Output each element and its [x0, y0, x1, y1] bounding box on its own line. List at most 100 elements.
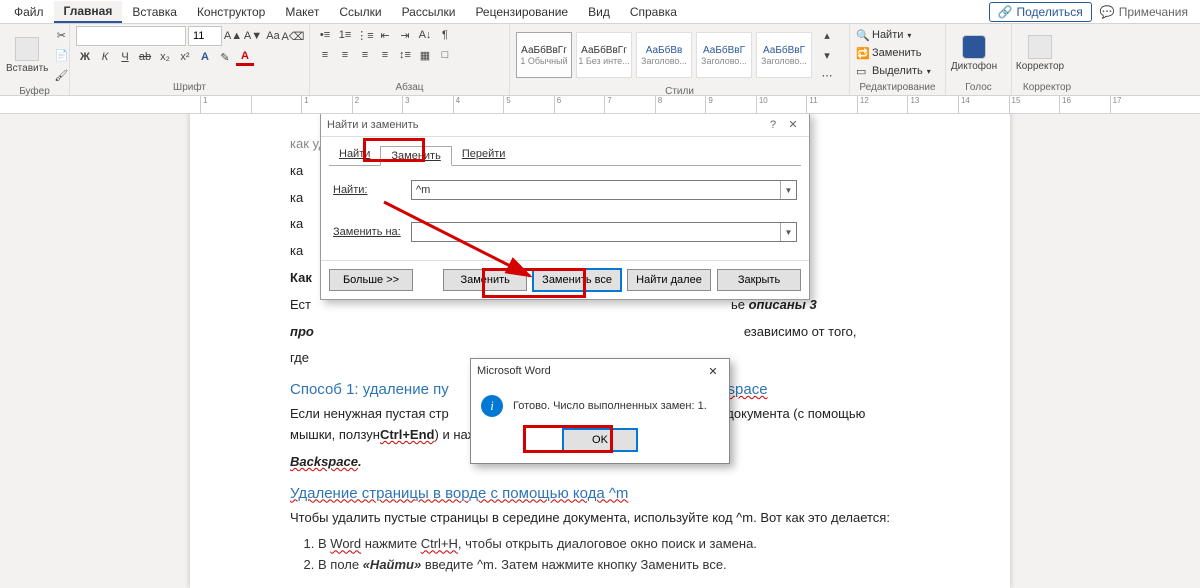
comment-icon: 💬 [1100, 5, 1115, 19]
close-button[interactable]: Закрыть [717, 269, 801, 291]
superscript-button[interactable]: x² [176, 48, 194, 66]
info-dialog: Microsoft Word ✕ i Готово. Число выполне… [470, 358, 730, 464]
font-color-icon[interactable]: A [236, 48, 254, 66]
bold-button[interactable]: Ж [76, 48, 94, 66]
change-case-icon[interactable]: Aa [264, 27, 282, 45]
tab-design[interactable]: Конструктор [187, 2, 275, 22]
info-titlebar[interactable]: Microsoft Word ✕ [471, 359, 729, 383]
chevron-down-icon[interactable]: ▼ [780, 181, 796, 199]
horizontal-ruler[interactable]: 11234567891011121314151617 [0, 96, 1200, 114]
bullets-icon[interactable]: •≡ [316, 26, 334, 44]
ok-button[interactable]: OK [563, 429, 637, 451]
font-name-input[interactable] [76, 26, 186, 46]
find-button[interactable]: 🔍Найти▾ [856, 27, 911, 43]
align-right-icon[interactable]: ≡ [356, 46, 374, 64]
group-voice: Диктофон Голос [946, 24, 1012, 95]
style-item-0[interactable]: АаБбВвГг1 Обычный [516, 32, 572, 78]
clear-format-icon[interactable]: A⌫ [284, 27, 302, 45]
mic-icon [962, 35, 986, 59]
group-corrector-label: Корректор [1018, 80, 1076, 93]
underline-button[interactable]: Ч [116, 48, 134, 66]
dlg-tab-goto[interactable]: Перейти [452, 145, 516, 165]
share-button[interactable]: 🔗Поделиться [989, 2, 1092, 22]
find-next-button[interactable]: Найти далее [627, 269, 711, 291]
select-label: Выделить [872, 65, 923, 77]
list-item: В Word нажмите Ctrl+H, чтобы открыть диа… [318, 534, 910, 555]
align-center-icon[interactable]: ≡ [336, 46, 354, 64]
replace-with-label: Заменить на: [333, 226, 411, 238]
style-item-2[interactable]: АаБбВвЗаголово... [636, 32, 692, 78]
select-button[interactable]: ▭Выделить▾ [856, 63, 931, 79]
tab-home[interactable]: Главная [54, 1, 123, 23]
tab-mailings[interactable]: Рассылки [392, 2, 466, 22]
copy-icon[interactable]: 📄 [52, 46, 70, 64]
group-voice-label: Голос [952, 80, 1005, 93]
inc-indent-icon[interactable]: ⇥ [396, 26, 414, 44]
replace-one-button[interactable]: Заменить [443, 269, 527, 291]
borders-icon[interactable]: □ [436, 46, 454, 64]
line-spacing-icon[interactable]: ↕≡ [396, 46, 414, 64]
find-label: Найти: [333, 184, 411, 196]
close-icon[interactable]: ✕ [783, 118, 803, 131]
shading-icon[interactable]: ▦ [416, 46, 434, 64]
italic-button[interactable]: К [96, 48, 114, 66]
replace-input[interactable]: ▼ [411, 222, 797, 242]
text-effects-icon[interactable]: A [196, 48, 214, 66]
tab-layout[interactable]: Макет [275, 2, 329, 22]
sort-icon[interactable]: A↓ [416, 26, 434, 44]
more-button[interactable]: Больше >> [329, 269, 413, 291]
dictate-button[interactable]: Диктофон [952, 26, 996, 80]
numbering-icon[interactable]: 1≡ [336, 26, 354, 44]
paste-label: Вставить [6, 63, 48, 74]
show-marks-icon[interactable]: ¶ [436, 26, 454, 44]
comments-button[interactable]: 💬Примечания [1092, 3, 1196, 21]
tab-view[interactable]: Вид [578, 2, 620, 22]
style-item-3[interactable]: АаБбВвГЗаголово... [696, 32, 752, 78]
grow-font-icon[interactable]: A▲ [224, 27, 242, 45]
chevron-down-icon[interactable]: ▼ [780, 223, 796, 241]
cut-icon[interactable]: ✂ [52, 26, 70, 44]
corrector-label: Корректор [1016, 61, 1064, 72]
replace-all-button[interactable]: Заменить все [533, 269, 621, 291]
search-icon: 🔍 [856, 29, 868, 41]
styles-more-icon[interactable]: ⋯ [818, 66, 836, 84]
share-icon: 🔗 [998, 5, 1013, 19]
dec-indent-icon[interactable]: ⇤ [376, 26, 394, 44]
tab-insert[interactable]: Вставка [122, 2, 187, 22]
ribbon: Вставить ✂ 📄 🖌 Буфер обмена A▲ A▼ Aa A⌫ … [0, 24, 1200, 96]
tab-file[interactable]: Файл [4, 2, 54, 22]
info-title: Microsoft Word [477, 365, 703, 377]
dialog-titlebar[interactable]: Найти и заменить ? ✕ [321, 114, 809, 137]
format-painter-icon[interactable]: 🖌 [52, 66, 70, 84]
justify-icon[interactable]: ≡ [376, 46, 394, 64]
dlg-tab-find[interactable]: Найти [329, 145, 380, 165]
find-input[interactable]: ^m▼ [411, 180, 797, 200]
multilevel-icon[interactable]: ⋮≡ [356, 26, 374, 44]
align-left-icon[interactable]: ≡ [316, 46, 334, 64]
shrink-font-icon[interactable]: A▼ [244, 27, 262, 45]
page[interactable]: как удалить пустую страницу в документе … [190, 114, 1010, 588]
paste-button[interactable]: Вставить [6, 28, 48, 82]
styles-down-icon[interactable]: ▾ [818, 46, 836, 64]
style-item-4[interactable]: АаБбВвГЗаголово... [756, 32, 812, 78]
font-size-input[interactable] [188, 26, 222, 46]
help-icon[interactable]: ? [763, 119, 783, 131]
highlight-icon[interactable]: ✎ [216, 48, 234, 66]
subscript-button[interactable]: x₂ [156, 48, 174, 66]
tab-review[interactable]: Рецензирование [465, 2, 578, 22]
group-styles: АаБбВвГг1 ОбычныйАаБбВвГг1 Без инте...Аа… [510, 24, 850, 95]
group-editing: 🔍Найти▾ 🔁Заменить ▭Выделить▾ Редактирова… [850, 24, 946, 95]
dialog-tabs: Найти Заменить Перейти [321, 137, 809, 165]
find-label: Найти [872, 29, 903, 41]
tab-help[interactable]: Справка [620, 2, 687, 22]
style-item-1[interactable]: АаБбВвГг1 Без инте... [576, 32, 632, 78]
close-icon[interactable]: ✕ [703, 365, 723, 378]
strike-button[interactable]: ab [136, 48, 154, 66]
dlg-tab-replace[interactable]: Заменить [380, 146, 451, 166]
list-item: В поле «Найти» введите ^m. Затем нажмите… [318, 555, 910, 576]
styles-up-icon[interactable]: ▴ [818, 26, 836, 44]
info-icon: i [481, 395, 503, 417]
corrector-button[interactable]: Корректор [1018, 26, 1062, 80]
tab-references[interactable]: Ссылки [329, 2, 391, 22]
replace-button[interactable]: 🔁Заменить [856, 45, 921, 61]
